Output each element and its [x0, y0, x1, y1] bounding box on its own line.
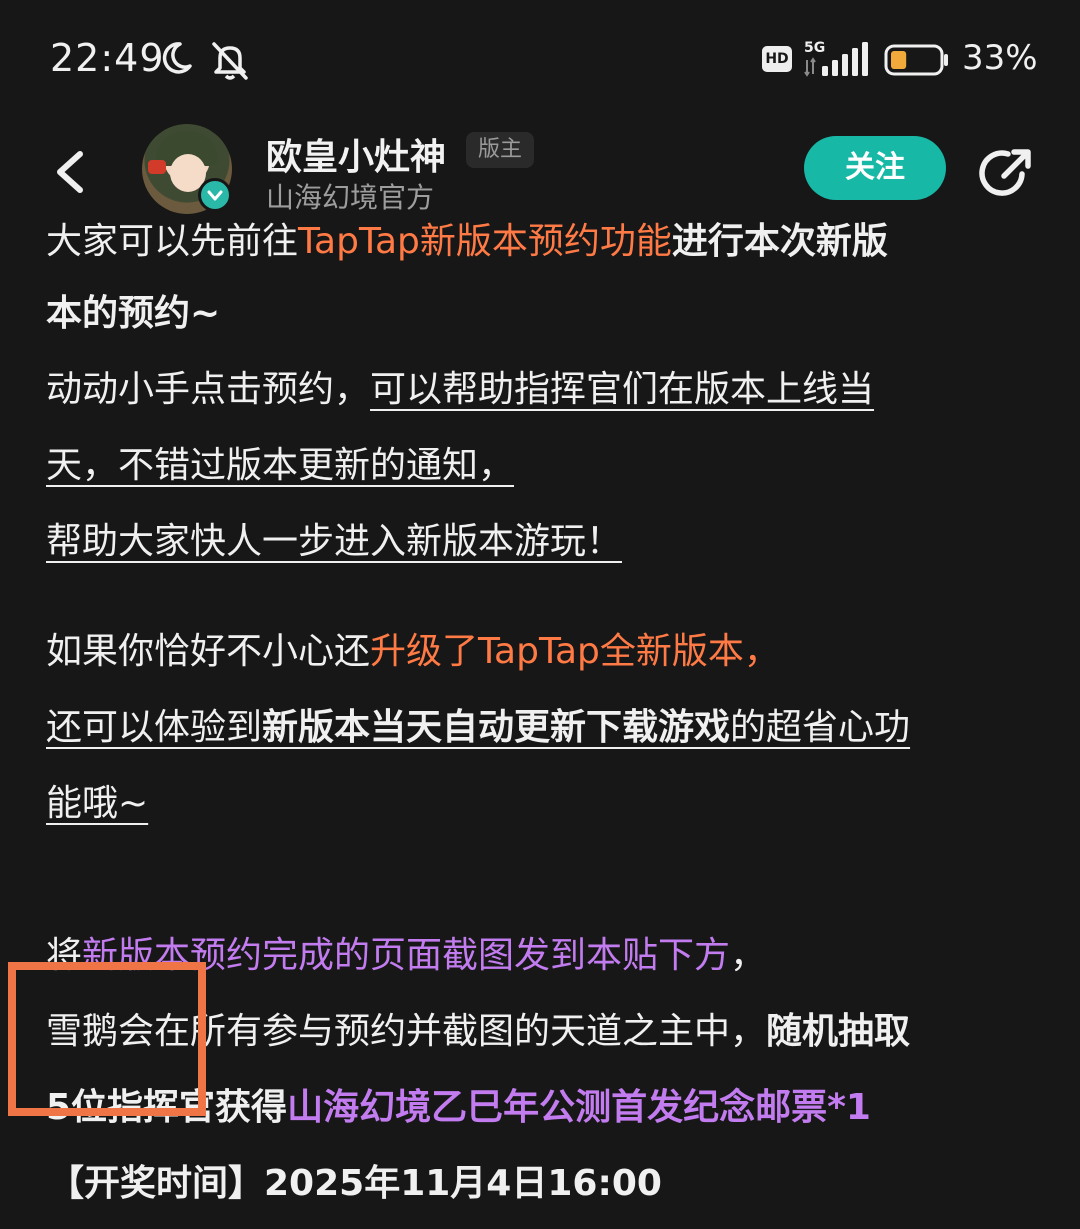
content-line-8: 能哦~ — [46, 783, 149, 824]
battery-percent: 33% — [962, 38, 1038, 78]
text-segment: 还可以体验到 — [46, 707, 263, 748]
content-line-1: 大家可以先前往TapTap新版本预约功能进行本次新版 — [46, 220, 888, 280]
content-line-5: 帮助大家快人一步进入新版本游玩！ — [46, 521, 623, 562]
share-icon[interactable] — [978, 144, 1036, 202]
content-line-2: 本的预约~ — [46, 293, 221, 334]
text-segment: 大家可以先前往 — [46, 221, 299, 262]
author-subtitle: 山海幻境官方 — [266, 181, 435, 214]
status-time: 22:49 — [50, 36, 165, 80]
underlined-text: 可以帮助指挥官们在版本上线当 — [370, 369, 875, 410]
purple-text: 山海幻境乙巳年公测首发纪念邮票*1 — [287, 1087, 871, 1128]
content-line-12: 【开奖时间】2025年11月4日16:00 — [48, 1163, 662, 1204]
content-line-7: 还可以体验到新版本当天自动更新下载游戏的超省心功 — [46, 690, 910, 766]
text-segment: 如果你恰好不小心还 — [46, 631, 371, 672]
moderator-badge: 版主 — [466, 132, 535, 168]
text-segment: 的超省心功 — [730, 707, 911, 748]
content-line-4: 天，不错过版本更新的通知， — [46, 445, 515, 486]
highlight-box — [8, 962, 206, 1116]
upgrade-link[interactable]: 升级了TapTap全新版本， — [370, 631, 780, 672]
content-line-6: 如果你恰好不小心还升级了TapTap全新版本， — [46, 614, 780, 690]
status-bar: 22:49 HD 5G 33% — [0, 0, 1080, 120]
text-segment: ， — [730, 935, 767, 976]
mute-icon — [212, 42, 248, 80]
reservation-link[interactable]: TapTap新版本预约功能 — [298, 221, 672, 262]
author-name[interactable]: 欧皇小灶神 — [266, 128, 446, 180]
follow-button[interactable]: 关注 — [804, 136, 946, 200]
avatar-bow — [148, 160, 166, 174]
text-segment: 进行本次新版 — [671, 221, 888, 262]
post-page: 22:49 HD 5G 33% 欧皇小灶神 版主 山海幻境官方 关注 大家可以先… — [0, 0, 1080, 1229]
moon-icon — [162, 42, 192, 74]
post-header: 欧皇小灶神 版主 山海幻境官方 关注 — [0, 120, 1080, 220]
text-segment: 动动小手点击预约， — [46, 369, 371, 410]
signal-icon: 5G — [804, 40, 868, 77]
bold-text: 随机抽取 — [766, 1011, 911, 1052]
bold-text: 新版本当天自动更新下载游戏 — [262, 707, 731, 748]
back-arrow-icon[interactable] — [50, 148, 94, 196]
verified-badge-icon — [198, 178, 232, 212]
content-line-3: 动动小手点击预约，可以帮助指挥官们在版本上线当 — [46, 352, 874, 428]
battery-icon — [884, 44, 948, 76]
network-label: 5G — [804, 40, 825, 56]
hd-icon: HD — [762, 46, 792, 72]
